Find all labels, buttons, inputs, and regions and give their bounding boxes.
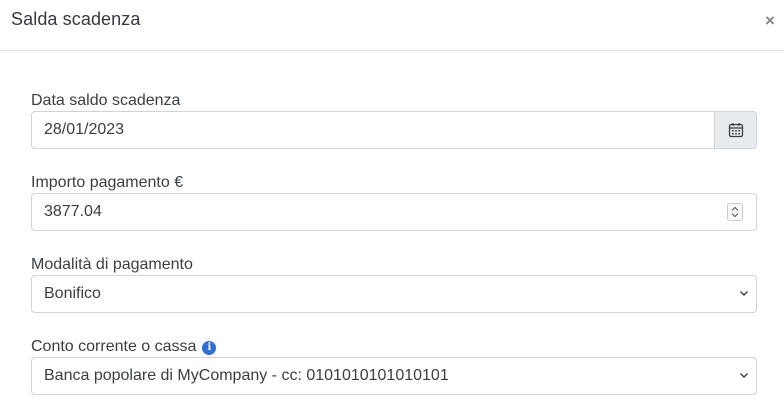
amount-value: 3877.04 [44, 203, 102, 220]
info-icon[interactable]: i [202, 341, 217, 355]
account-label-text: Conto corrente o cassa [31, 338, 197, 355]
payment-method-select[interactable]: Bonifico [31, 275, 757, 313]
date-label: Data saldo scadenza [31, 92, 181, 109]
account-select[interactable]: Banca popolare di MyCompany - cc: 010101… [31, 357, 757, 395]
close-icon[interactable]: × [762, 12, 778, 30]
payment-method-label: Modalità di pagamento [31, 256, 193, 273]
modal-title: Salda scadenza [11, 9, 141, 29]
account-value: Banca popolare di MyCompany - cc: 010101… [44, 367, 449, 384]
date-value: 28/01/2023 [44, 121, 125, 138]
date-input[interactable]: 28/01/2023 [31, 111, 757, 149]
chevron-down-icon [740, 373, 748, 378]
spinner-icon[interactable] [727, 203, 743, 221]
chevron-down-icon [740, 291, 748, 296]
modal-dialog: Salda scadenza × Data saldo scadenza 28/… [0, 0, 784, 414]
calendar-button[interactable] [714, 112, 756, 148]
amount-input[interactable]: 3877.04 [31, 193, 757, 231]
calendar-icon [728, 123, 743, 138]
payment-method-value: Bonifico [44, 285, 101, 302]
account-label: Conto corrente o cassa i [31, 338, 217, 356]
modal-header: Salda scadenza × [0, 0, 784, 51]
amount-label: Importo pagamento € [31, 174, 184, 191]
